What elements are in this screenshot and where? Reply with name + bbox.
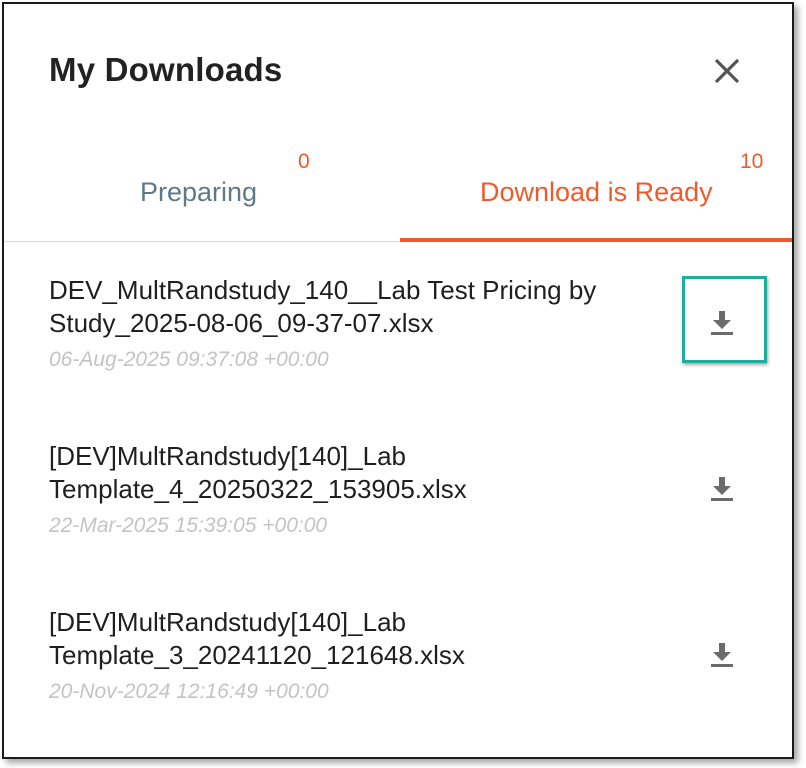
download-button[interactable] <box>709 475 735 503</box>
download-icon <box>711 311 733 335</box>
dialog-header: My Downloads <box>4 4 792 139</box>
tab-download-ready[interactable]: 10 Download is Ready <box>400 139 792 242</box>
download-button[interactable] <box>709 309 735 337</box>
download-filename: [DEV]MultRandstudy[140]_Lab Template_3_2… <box>49 607 465 670</box>
download-button[interactable] <box>709 641 735 669</box>
download-icon <box>711 643 733 667</box>
download-timestamp: 22-Mar-2025 15:39:05 +00:00 <box>49 514 328 537</box>
list-item: [DEV]MultRandstudy[140]_Lab Template_3_2… <box>4 574 792 740</box>
list-item: [DEV]MultRandstudy[140]_Lab Template_4_2… <box>4 408 792 574</box>
download-icon <box>711 477 733 501</box>
close-icon <box>714 58 740 84</box>
tab-preparing-label: Preparing <box>140 177 258 207</box>
downloads-dialog: My Downloads 0 Preparing 10 Download is … <box>2 2 794 759</box>
dialog-title: My Downloads <box>49 51 283 88</box>
tab-preparing-count: 0 <box>298 150 310 173</box>
tab-download-ready-label: Download is Ready <box>480 177 713 207</box>
list-item: DEV_MultRandstudy_140__Lab Test Pricing … <box>4 242 792 408</box>
download-timestamp: 06-Aug-2025 09:37:08 +00:00 <box>49 348 329 371</box>
download-filename: DEV_MultRandstudy_140__Lab Test Pricing … <box>49 275 597 338</box>
download-timestamp: 20-Nov-2024 12:16:49 +00:00 <box>49 680 329 703</box>
close-button[interactable] <box>708 52 746 90</box>
tab-bar: 0 Preparing 10 Download is Ready <box>4 139 792 242</box>
tab-download-ready-count: 10 <box>740 150 764 173</box>
download-filename: [DEV]MultRandstudy[140]_Lab Template_4_2… <box>49 441 467 504</box>
tab-preparing[interactable]: 0 Preparing <box>4 139 400 241</box>
